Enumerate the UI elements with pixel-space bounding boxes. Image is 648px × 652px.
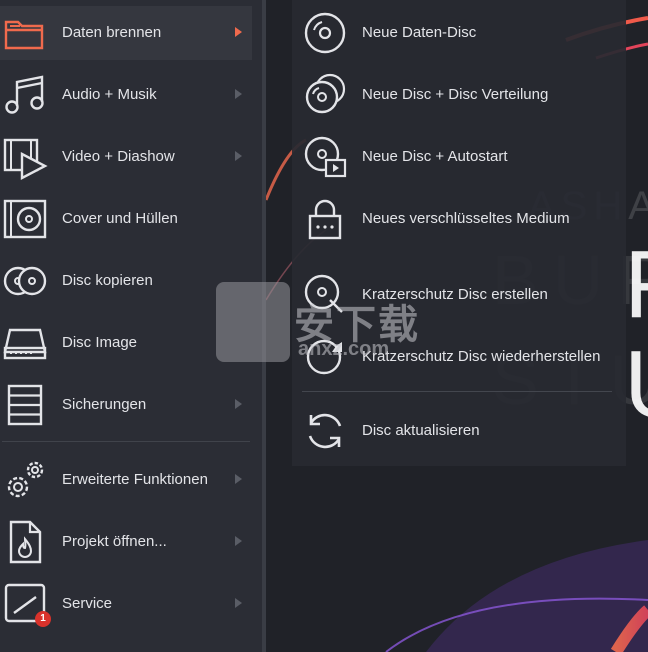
music-note-icon <box>2 72 48 118</box>
submenu-item-neue-daten-disc[interactable]: Neue Daten-Disc <box>292 2 626 64</box>
chevron-right-icon <box>235 399 242 409</box>
chevron-right-icon <box>235 89 242 99</box>
submenu-item-label: Disc aktualisieren <box>362 422 480 439</box>
menu-item-erweiterte-funktionen[interactable]: Erweiterte Funktionen <box>0 453 252 507</box>
backup-list-icon <box>2 382 48 428</box>
copy-discs-icon <box>2 258 48 304</box>
menu-item-label: Projekt öffnen... <box>62 533 167 550</box>
menu-separator <box>2 441 250 442</box>
submenu-separator <box>302 391 612 392</box>
chevron-right-icon <box>235 536 242 546</box>
watermark: 安下载 anxz.com <box>212 282 436 366</box>
menu-item-projekt-oeffnen[interactable]: Projekt öffnen... <box>0 515 252 569</box>
menu-item-label: Daten brennen <box>62 24 162 41</box>
watermark-domain: anxz.com <box>298 338 390 360</box>
project-file-icon <box>2 519 48 565</box>
menu-item-label: Disc kopieren <box>62 272 153 289</box>
submenu-item-label: Neues verschlüsseltes Medium <box>362 210 570 227</box>
menu-item-label: Sicherungen <box>62 396 147 413</box>
disc-autostart-icon <box>302 134 348 180</box>
menu-item-video-diashow[interactable]: Video + Diashow <box>0 130 252 184</box>
submenu-item-disc-autostart[interactable]: Neue Disc + Autostart <box>292 126 626 188</box>
multi-disc-icon <box>302 72 348 118</box>
lock-icon <box>302 196 348 242</box>
cover-disc-icon <box>2 196 48 242</box>
menu-item-sicherungen[interactable]: Sicherungen <box>0 378 252 432</box>
chevron-right-icon <box>235 474 242 484</box>
notification-badge: 1 <box>35 611 51 627</box>
drive-icon <box>2 320 48 366</box>
chevron-right-icon <box>235 27 242 37</box>
menu-item-label: Disc Image <box>62 334 138 351</box>
menu-item-label: Erweiterte Funktionen <box>62 471 208 488</box>
submenu-item-label: Neue Disc + Autostart <box>362 148 508 165</box>
menu-item-audio-musik[interactable]: Audio + Musik <box>0 68 252 122</box>
folder-icon <box>2 10 48 56</box>
menu-item-label: Service <box>62 595 113 612</box>
refresh-icon <box>302 408 348 454</box>
film-play-icon <box>2 134 48 180</box>
submenu-item-label: Neue Disc + Disc Verteilung <box>362 86 549 103</box>
menu-item-label: Cover und Hüllen <box>62 210 178 227</box>
menu-item-daten-brennen[interactable]: Daten brennen <box>0 6 252 60</box>
menu-item-label: Video + Diashow <box>62 148 175 165</box>
menu-item-label: Audio + Musik <box>62 86 157 103</box>
submenu-item-verschluesseltes-medium[interactable]: Neues verschlüsseltes Medium <box>292 188 626 250</box>
submenu-item-disc-verteilung[interactable]: Neue Disc + Disc Verteilung <box>292 64 626 126</box>
menu-item-cover-huellen[interactable]: Cover und Hüllen <box>0 192 252 246</box>
submenu-item-label: Neue Daten-Disc <box>362 24 477 41</box>
disc-icon <box>302 10 348 56</box>
submenu-daten-brennen: Neue Daten-Disc Neue Disc + Disc Verteil… <box>292 0 626 466</box>
shield-icon <box>216 282 290 362</box>
chevron-right-icon <box>235 151 242 161</box>
submenu-item-disc-aktualisieren[interactable]: Disc aktualisieren <box>292 400 626 462</box>
chevron-right-icon <box>235 598 242 608</box>
gears-icon <box>2 457 48 503</box>
